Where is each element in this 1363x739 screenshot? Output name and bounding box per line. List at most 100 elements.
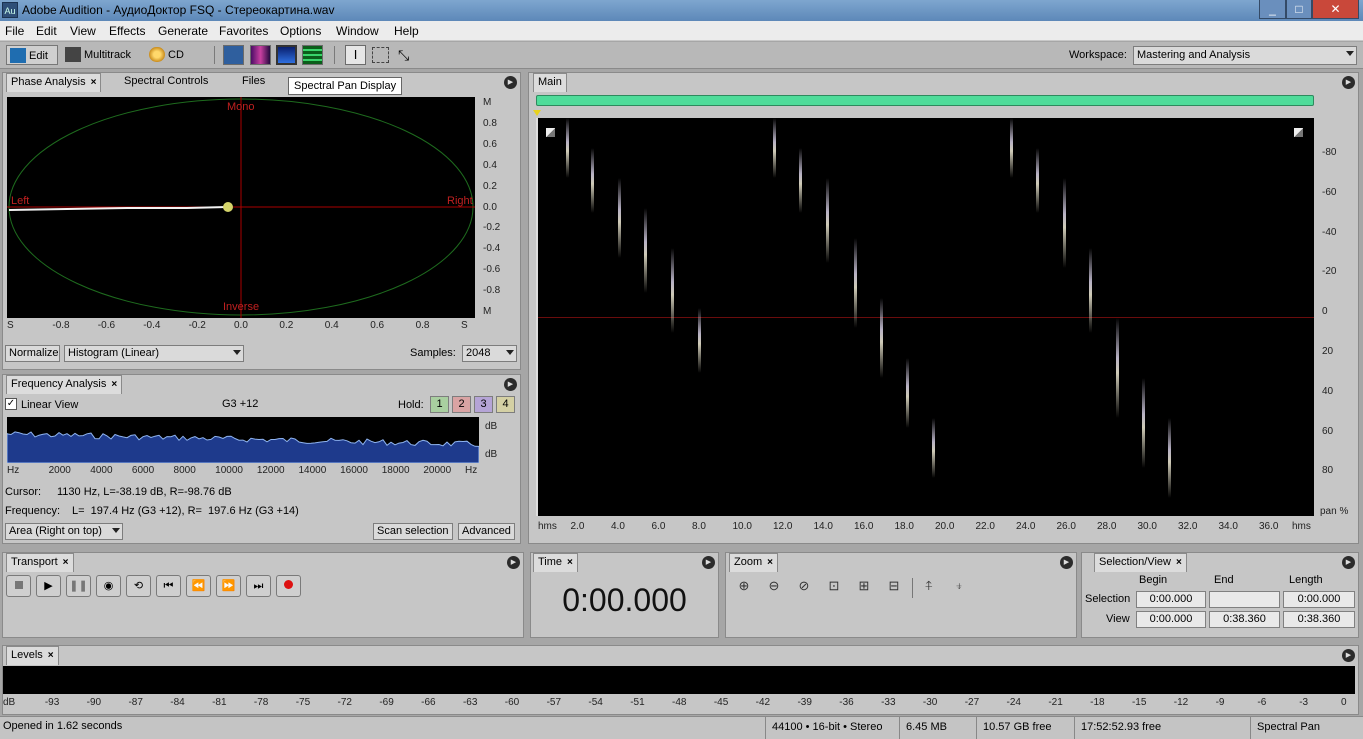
close-icon[interactable]: × (48, 650, 54, 661)
menu-help[interactable]: Help (394, 24, 419, 38)
view-end-field[interactable]: 0:38.360 (1209, 611, 1280, 628)
stop-button[interactable] (6, 575, 31, 597)
pan-tick: 40 (1322, 385, 1334, 397)
time-selection-tool-icon[interactable]: I (345, 45, 366, 65)
level-tick: -12 (1173, 697, 1189, 708)
fast-forward-button[interactable]: ⏩ (216, 575, 241, 597)
panel-menu-icon[interactable]: ▶ (504, 76, 517, 89)
menu-view[interactable]: View (70, 24, 96, 38)
hold-3-button[interactable]: 3 (474, 396, 493, 413)
maximize-button[interactable]: □ (1286, 0, 1312, 19)
zoom-corner-icon[interactable] (1294, 128, 1303, 137)
selection-end-field[interactable] (1209, 591, 1280, 608)
close-icon[interactable]: × (111, 379, 117, 390)
view-length-field[interactable]: 0:38.360 (1283, 611, 1355, 628)
status-free-time: 17:52:52.93 free (1074, 717, 1250, 739)
phase-x-tick: 0.8 (415, 320, 430, 331)
tab-transport[interactable]: Transport × (6, 553, 74, 572)
selection-length-field[interactable]: 0:00.000 (1283, 591, 1355, 608)
zoom-corner-icon[interactable] (546, 128, 555, 137)
panel-menu-icon[interactable]: ▶ (1060, 556, 1073, 569)
panel-menu-icon[interactable]: ▶ (1342, 556, 1355, 569)
menu-edit[interactable]: Edit (36, 24, 57, 38)
hold-4-button[interactable]: 4 (496, 396, 515, 413)
zoom-out-full-icon[interactable]: ⊘ (793, 578, 815, 598)
go-to-start-button[interactable]: ⏮ (156, 575, 181, 597)
tab-label: Selection/View (1099, 556, 1171, 568)
zoom-out-vertical-icon[interactable]: ⍖ (948, 578, 970, 598)
spectral-streak (566, 118, 569, 178)
frequency-graph[interactable] (7, 417, 479, 463)
record-button[interactable] (276, 575, 301, 597)
edit-view-button[interactable]: Edit (6, 45, 58, 65)
zoom-to-selection-icon[interactable]: ⊡ (823, 578, 845, 598)
play-to-end-button[interactable]: ◉ (96, 575, 121, 597)
panel-menu-icon[interactable]: ▶ (1342, 649, 1355, 662)
advanced-button[interactable]: Advanced (458, 523, 515, 540)
zoom-right-edge-icon[interactable]: ⊟ (883, 578, 905, 598)
tab-frequency-analysis[interactable]: Frequency Analysis × (6, 375, 123, 394)
area-mode-select[interactable]: Area (Right on top) (5, 523, 123, 540)
menu-effects[interactable]: Effects (109, 24, 145, 38)
tab-files[interactable]: Files (242, 75, 265, 87)
waveform-display-icon[interactable] (223, 45, 244, 65)
scan-selection-button[interactable]: Scan selection (373, 523, 453, 540)
tab-zoom[interactable]: Zoom × (729, 553, 778, 572)
loop-button[interactable]: ⟲ (126, 575, 151, 597)
spectral-phase-display-icon[interactable] (302, 45, 323, 65)
minimize-button[interactable]: _ (1259, 0, 1286, 19)
tooltip: Spectral Pan Display (288, 77, 403, 95)
samples-select[interactable]: 2048 (462, 345, 517, 362)
tab-levels[interactable]: Levels × (6, 646, 59, 665)
zoom-in-vertical-icon[interactable]: ⍏ (918, 578, 940, 598)
view-begin-field[interactable]: 0:00.000 (1136, 611, 1206, 628)
histogram-mode-select[interactable]: Histogram (Linear) (64, 345, 244, 362)
overview-scrollbar[interactable] (536, 95, 1314, 106)
tab-spectral-controls[interactable]: Spectral Controls (124, 75, 208, 87)
zoom-left-edge-icon[interactable]: ⊞ (853, 578, 875, 598)
spectral-pan-display[interactable] (536, 118, 1314, 516)
menu-favorites[interactable]: Favorites (219, 24, 268, 38)
panel-menu-icon[interactable]: ▶ (504, 378, 517, 391)
tab-main[interactable]: Main (533, 73, 567, 92)
marquee-tool-icon[interactable] (372, 47, 389, 63)
menu-generate[interactable]: Generate (158, 24, 208, 38)
spectral-streak (1116, 318, 1119, 418)
spectral-streak (1036, 148, 1039, 213)
close-icon[interactable]: × (767, 557, 773, 568)
panel-menu-icon[interactable]: ▶ (1342, 76, 1355, 89)
linear-view-checkbox[interactable]: ✓ (5, 398, 17, 410)
panel-menu-icon[interactable]: ▶ (507, 556, 520, 569)
panel-menu-icon[interactable]: ▶ (702, 556, 715, 569)
phase-scope-display[interactable]: Mono Inverse Left Right (7, 97, 475, 318)
menu-window[interactable]: Window (336, 24, 379, 38)
spectral-pan-display-icon[interactable] (276, 45, 297, 65)
cd-view-button[interactable]: CD (146, 45, 190, 65)
hold-1-button[interactable]: 1 (430, 396, 449, 413)
menu-file[interactable]: File (5, 24, 24, 38)
close-icon[interactable]: × (567, 557, 573, 568)
close-button[interactable]: ✕ (1312, 0, 1359, 19)
close-icon[interactable]: × (91, 77, 97, 88)
spectral-frequency-display-icon[interactable] (250, 45, 271, 65)
close-icon[interactable]: × (63, 557, 69, 568)
pause-button[interactable]: ❚❚ (66, 575, 91, 597)
zoom-in-horizontal-icon[interactable]: ⊕ (733, 578, 755, 598)
normalize-button[interactable]: Normalize (5, 345, 60, 362)
menu-options[interactable]: Options (280, 24, 321, 38)
tab-time[interactable]: Time × (533, 553, 578, 572)
play-button[interactable]: ▶ (36, 575, 61, 597)
rewind-button[interactable]: ⏪ (186, 575, 211, 597)
selection-begin-field[interactable]: 0:00.000 (1136, 591, 1206, 608)
multitrack-view-button[interactable]: Multitrack (62, 45, 142, 65)
multitrack-label: Multitrack (84, 49, 132, 61)
hold-2-button[interactable]: 2 (452, 396, 471, 413)
workspace-select[interactable]: Mastering and Analysis (1133, 46, 1357, 65)
tab-selection-view[interactable]: Selection/View × (1094, 553, 1187, 572)
zoom-out-horizontal-icon[interactable]: ⊖ (763, 578, 785, 598)
lasso-tool-icon[interactable]: ⤡ (398, 47, 409, 64)
close-icon[interactable]: × (1176, 557, 1182, 568)
playhead-marker-icon[interactable] (533, 110, 541, 116)
go-to-end-button[interactable]: ⏭ (246, 575, 271, 597)
tab-phase-analysis[interactable]: Phase Analysis × (6, 73, 102, 92)
